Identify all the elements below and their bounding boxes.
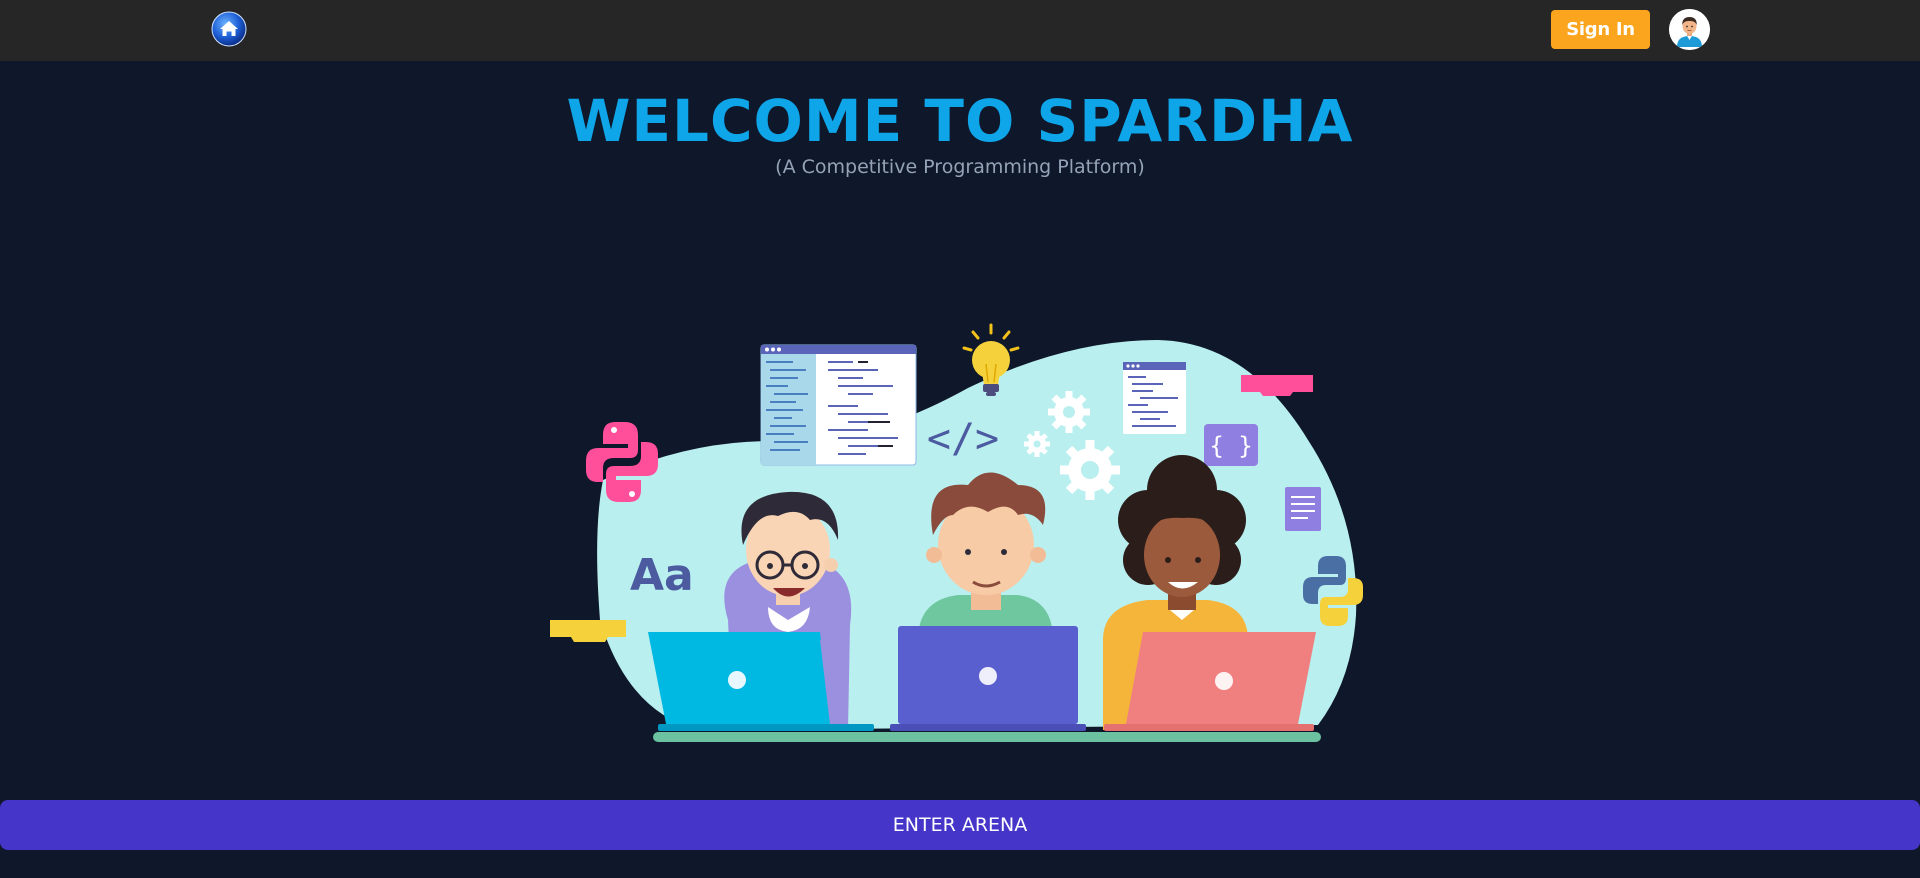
code-window-large (760, 344, 917, 466)
user-avatar[interactable] (1669, 9, 1710, 50)
laptop-middle (890, 626, 1086, 731)
gear-icon-medium (1048, 391, 1090, 433)
page-subtitle: (A Competitive Programming Platform) (775, 156, 1145, 178)
hero-illustration: </> {} Aa (550, 323, 1363, 742)
home-icon (211, 11, 247, 47)
enter-arena-button[interactable]: ENTER ARENA (0, 800, 1920, 850)
home-button[interactable] (211, 11, 247, 47)
code-symbol: </> (927, 416, 999, 462)
user-avatar-icon (1669, 9, 1710, 50)
table-surface (653, 732, 1321, 742)
top-navbar: Sign In (0, 0, 1920, 61)
braces-label: { } (1209, 432, 1252, 460)
page-title: WELCOME TO SPARDHA (566, 87, 1354, 155)
sign-in-button[interactable]: Sign In (1551, 10, 1650, 49)
braces-icon: { } (1204, 424, 1258, 466)
font-sample-icon: Aa (630, 550, 694, 601)
code-window-small (1123, 362, 1186, 434)
document-icon (1285, 487, 1321, 531)
gear-icon-large (1060, 440, 1120, 500)
